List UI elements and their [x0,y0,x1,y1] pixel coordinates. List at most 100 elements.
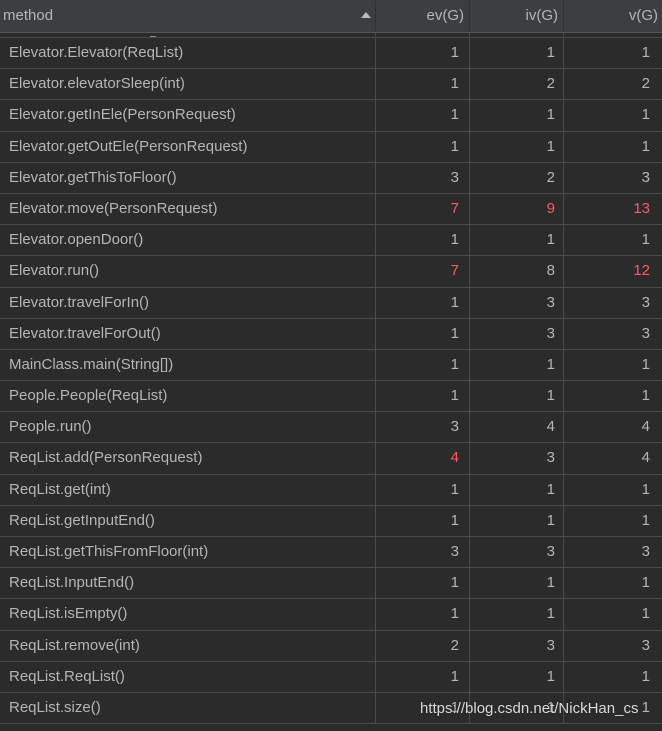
cell-method: Elevator.move(PersonRequest) [0,193,376,225]
cell-method: MainClass.main(String[]) [0,349,376,381]
cell-v: 2 [641,75,650,93]
cell-method: Elevator.elevatorSleep(int) [0,69,376,100]
cell-ev: 3 [376,537,470,568]
cell-v: 1 [641,480,650,498]
cell-iv: 9 [470,193,564,225]
sort-ascending-icon [361,12,371,18]
cell-v: 12 [633,262,650,280]
table-row[interactable]: Elevator.elevatorSleep(int) 1 2 2 [0,69,662,101]
cell-method: ReqList.getInputEnd() [0,505,376,536]
cell-iv: 3 [470,443,564,474]
cell-iv: 1 [470,505,564,536]
cell-v: 3 [641,636,650,654]
table-row[interactable]: Elevator.getInEle(PersonRequest) 1 1 1 [0,100,662,132]
cell-method: Elevator.travelForIn() [0,287,376,318]
table-row[interactable]: Elevator.travelForIn() 1 3 3 [0,287,662,319]
cell-ev: 1 [376,692,470,724]
cell-v: 1 [641,667,650,685]
table-row[interactable]: MainClass.main(String[]) 1 1 1 [0,349,662,382]
cell-v: 1 [641,106,650,124]
cell-ev: 1 [376,474,470,505]
cell-method: ReqList.get(int) [0,474,376,505]
table-row[interactable]: ReqList.get(int) 1 1 1 [0,474,662,506]
cell-ev: 2 [376,630,470,661]
cell-v: 1 [641,387,650,405]
table-row[interactable]: Elevator.getOutEle(PersonRequest) 1 1 1 [0,131,662,163]
metrics-table: method ev(G) iv(G) v(G) Elevator.Elevato… [0,0,662,731]
cell-ev: 1 [376,318,470,349]
table-row[interactable]: ReqList.size() 1 1 1 [0,692,662,725]
cell-ev: 7 [376,193,470,225]
cell-ev: 1 [376,38,470,69]
table-row[interactable]: ReqList.ReqList() 1 1 1 [0,661,662,693]
cell-iv: 1 [470,131,564,162]
cell-method: Elevator.getOutEle(PersonRequest) [0,131,376,162]
cell-iv: 8 [470,256,564,287]
cell-ev: 1 [376,287,470,318]
cell-v: 4 [641,449,650,467]
cell-ev: 1 [376,131,470,162]
cell-method: ReqList.remove(int) [0,630,376,661]
cell-method: ReqList.isEmpty() [0,599,376,630]
cell-ev: 1 [376,661,470,692]
table-row[interactable]: ReqList.InputEnd() 1 1 1 [0,568,662,600]
table-row[interactable]: ReqList.getThisFromFloor(int) 3 3 3 [0,537,662,569]
cell-iv: 1 [470,599,564,630]
table-row[interactable]: ReqList.remove(int) 2 3 3 [0,630,662,662]
cell-iv: 1 [470,568,564,599]
table-row[interactable]: Elevator.getThisToFloor() 3 2 3 [0,162,662,194]
table-row[interactable]: Elevator.run() 7 8 12 [0,256,662,288]
cell-method: ReqList.size() [0,692,376,724]
cell-ev: 7 [376,256,470,287]
cell-iv: 1 [470,661,564,692]
cell-v: 1 [641,511,650,529]
cell-iv: 3 [470,318,564,349]
cell-v: 1 [641,137,650,155]
table-row[interactable]: Elevator.travelForOut() 1 3 3 [0,318,662,350]
cell-iv: 1 [470,381,564,412]
cell-iv: 1 [470,349,564,381]
table-row[interactable]: ReqList.getInputEnd() 1 1 1 [0,505,662,537]
column-header-label: iv(G) [525,7,559,24]
cell-iv: 4 [470,412,564,443]
cell-ev: 1 [376,349,470,381]
cell-ev: 1 [376,100,470,131]
table-row[interactable]: People.run() 3 4 4 [0,412,662,444]
cell-method: People.People(ReqList) [0,381,376,412]
column-header-v[interactable]: v(G) [564,0,662,32]
cell-v: 1 [641,231,650,249]
column-header-label: ev(G) [426,7,465,24]
cell-v: 3 [641,293,650,311]
cell-v: 13 [633,199,650,217]
cell-iv: 3 [470,630,564,661]
column-header-ev[interactable]: ev(G) [376,0,470,32]
cell-ev: 1 [376,69,470,100]
cell-ev: 1 [376,381,470,412]
table-row[interactable]: Elevator.Elevator(ReqList) 1 1 1 [0,38,662,70]
table-row[interactable]: ReqList.add(PersonRequest) 4 3 4 [0,443,662,475]
table-row[interactable]: People.People(ReqList) 1 1 1 [0,381,662,413]
cell-iv: 1 [470,225,564,256]
column-header-iv[interactable]: iv(G) [470,0,564,32]
cell-ev: 3 [376,162,470,193]
cell-v: 1 [641,44,650,61]
column-header-method[interactable]: method [0,0,376,32]
cell-iv: 1 [470,38,564,69]
cell-method: Elevator.travelForOut() [0,318,376,349]
table-row[interactable]: ReqList.isEmpty() 1 1 1 [0,599,662,631]
column-header-label: method [3,7,54,24]
cell-method: ReqList.ReqList() [0,661,376,692]
table-row[interactable]: Elevator.openDoor() 1 1 1 [0,225,662,257]
cell-iv: 1 [470,100,564,131]
cell-method: Elevator.Elevator(ReqList) [0,38,376,69]
cell-v: 3 [641,543,650,560]
cell-ev: 1 [376,599,470,630]
cell-method: ReqList.InputEnd() [0,568,376,599]
cell-v: 1 [641,355,650,373]
cell-method: Elevator.run() [0,256,376,287]
table-body: Elevator.Elevator(ReqList) 1 1 1 Elevator.el… [0,38,662,725]
cell-ev: 3 [376,412,470,443]
table-row[interactable]: Elevator.move(PersonRequest) 7 9 13 [0,193,662,226]
cell-v: 3 [641,168,650,186]
cell-method: Elevator.getThisToFloor() [0,162,376,193]
